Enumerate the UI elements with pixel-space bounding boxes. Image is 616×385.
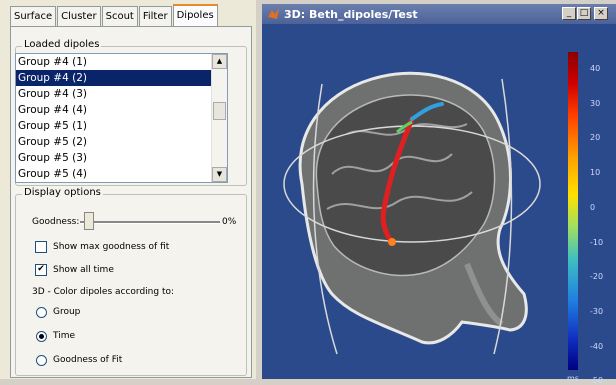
dipole-list-item[interactable]: Group #4 (1) (16, 54, 213, 70)
goodness-slider-thumb[interactable] (84, 212, 94, 230)
display-options-label: Display options (22, 187, 103, 198)
radio-time-label: Time (53, 331, 76, 341)
window-title: 3D: Beth_dipoles/Test (284, 8, 418, 21)
list-scrollbar[interactable]: ▲ ▼ (211, 54, 227, 182)
radio-group-label: Group (53, 307, 81, 317)
tab-filter[interactable]: Filter (138, 6, 172, 28)
color-by-label: 3D - Color dipoles according to: (32, 287, 175, 297)
colorbar (568, 52, 578, 370)
show-max-goodness-label: Show max goodness of fit (53, 242, 170, 252)
brain-mri-render (283, 71, 541, 355)
loaded-dipoles-label: Loaded dipoles (22, 39, 102, 50)
tab-strip: Surface Cluster Scout Filter Dipoles (10, 4, 219, 29)
minimize-button[interactable]: _ (562, 7, 576, 20)
colorbar-tick-label: -30 (590, 306, 604, 316)
dipole-list-item[interactable]: Group #4 (4) (16, 102, 213, 118)
show-max-goodness-checkbox[interactable] (35, 241, 47, 253)
colorbar-tick-label: -40 (590, 341, 604, 351)
show-all-time-checkbox[interactable]: ✔ (35, 264, 47, 276)
goodness-label: Goodness: (32, 217, 80, 227)
dipole-list-item[interactable]: Group #5 (1) (16, 118, 213, 134)
colorbar-tick-label: -10 (590, 237, 604, 247)
3d-figure-window: 3D: Beth_dipoles/Test _ □ × 40 30 20 10 0 -10… (262, 4, 616, 385)
close-button[interactable]: × (594, 7, 608, 20)
tab-cluster[interactable]: Cluster (57, 6, 101, 28)
checkmark-icon: ✔ (37, 264, 45, 274)
goodness-slider-track[interactable] (80, 221, 220, 224)
colorbar-tick-label: 40 (590, 64, 601, 73)
tab-surface[interactable]: Surface (10, 6, 57, 28)
dipole-list-item[interactable]: Group #5 (4) (16, 166, 213, 182)
dipole-list-item[interactable]: Group #4 (3) (16, 86, 213, 102)
dipoles-panel: Surface Cluster Scout Filter Dipoles Loa… (0, 0, 256, 379)
colorbar-tick-label: 20 (590, 133, 601, 143)
dipole-marker (388, 238, 396, 246)
dipole-list-item[interactable]: Group #5 (3) (16, 150, 213, 166)
colorbar-tick-label: 30 (590, 98, 601, 108)
3d-viewport[interactable]: 40 30 20 10 0 -10 -20 -30 -40 -50 ms (262, 24, 616, 385)
scroll-down-button[interactable]: ▼ (212, 167, 227, 182)
radio-group[interactable] (36, 307, 47, 318)
radio-goodness-of-fit-label: Goodness of Fit (53, 355, 123, 365)
colorbar-tick-label: 0 (590, 202, 596, 212)
dipole-list-item[interactable]: Group #5 (2) (16, 134, 213, 150)
scroll-up-button[interactable]: ▲ (212, 54, 227, 69)
matlab-icon (268, 8, 279, 19)
dipole-list-item[interactable]: Group #4 (2) (16, 70, 213, 86)
goodness-value: 0% (222, 217, 237, 227)
radio-goodness-of-fit[interactable] (36, 355, 47, 366)
radio-time[interactable] (36, 331, 47, 342)
colorbar-tick-label: -50 (590, 376, 604, 385)
window-titlebar[interactable]: 3D: Beth_dipoles/Test _ □ × (262, 4, 616, 24)
show-all-time-label: Show all time (53, 265, 114, 275)
maximize-button[interactable]: □ (577, 7, 591, 20)
colorbar-tick-label: -20 (590, 272, 604, 282)
dipoles-list[interactable]: Group #4 (1) Group #4 (2) Group #4 (3) Grou… (15, 53, 228, 183)
tab-scout[interactable]: Scout (101, 6, 138, 28)
colorbar-tick-label: 10 (590, 168, 601, 178)
scroll-thumb[interactable] (213, 102, 226, 120)
